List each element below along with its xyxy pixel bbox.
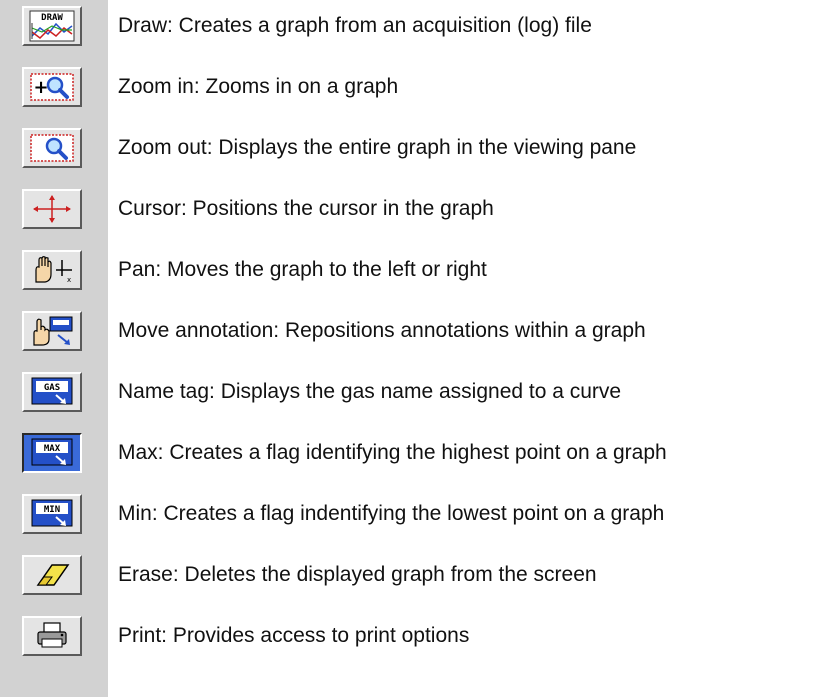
gas-tag-icon: GAS — [31, 377, 73, 405]
move-annotation-icon — [33, 316, 73, 346]
move-annotation-description: Move annotation: Repositions annotations… — [118, 319, 646, 342]
erase-description: Erase: Deletes the displayed graph from … — [118, 563, 597, 586]
tool-row-zoom-in: + Zoom in: Zooms in on a graph — [0, 67, 823, 125]
max-icon-label: MAX — [44, 444, 61, 454]
pan-button[interactable]: x — [22, 250, 82, 290]
tool-row-max: MAX Max: Creates a flag identifying the … — [0, 433, 823, 491]
print-button[interactable] — [22, 616, 82, 656]
move-annotation-button[interactable] — [22, 311, 82, 351]
eraser-icon — [36, 564, 70, 586]
min-button[interactable]: MIN — [22, 494, 82, 534]
draw-icon-label: DRAW — [41, 13, 63, 23]
tool-row-min: MIN Min: Creates a flag indentifying the… — [0, 494, 823, 552]
pan-description: Pan: Moves the graph to the left or righ… — [118, 258, 487, 281]
zoom-in-icon: + — [30, 73, 74, 101]
gas-icon-label: GAS — [44, 383, 60, 393]
svg-text:x: x — [67, 276, 71, 284]
max-flag-icon: MAX — [31, 438, 73, 466]
draw-description: Draw: Creates a graph from an acquisitio… — [118, 14, 592, 37]
cursor-description: Cursor: Positions the cursor in the grap… — [118, 197, 494, 220]
tool-row-print: Print: Provides access to print options — [0, 616, 823, 674]
min-icon-label: MIN — [44, 505, 60, 515]
erase-button[interactable] — [22, 555, 82, 595]
name-tag-button[interactable]: GAS — [22, 372, 82, 412]
cursor-button[interactable] — [22, 189, 82, 229]
draw-button[interactable]: DRAW — [22, 6, 82, 46]
hand-pan-icon: x — [35, 256, 72, 284]
tool-row-draw: DRAW Draw: Creates a graph from an acqui… — [0, 6, 823, 64]
min-description: Min: Creates a flag indentifying the low… — [118, 502, 665, 525]
zoom-out-button[interactable] — [22, 128, 82, 168]
tool-row-pan: x Pan: Moves the graph to the left or ri… — [0, 250, 823, 308]
max-description: Max: Creates a flag identifying the high… — [118, 441, 667, 464]
tool-row-name-tag: GAS Name tag: Displays the gas name assi… — [0, 372, 823, 430]
draw-graph-icon: DRAW — [29, 10, 75, 42]
zoom-out-description: Zoom out: Displays the entire graph in t… — [118, 136, 637, 159]
printer-icon — [37, 622, 67, 648]
min-flag-icon: MIN — [31, 499, 73, 527]
zoom-out-icon — [30, 134, 74, 162]
print-description: Print: Provides access to print options — [118, 624, 470, 647]
crosshair-icon — [33, 195, 71, 223]
zoom-in-description: Zoom in: Zooms in on a graph — [118, 75, 399, 98]
zoom-in-button[interactable]: + — [22, 67, 82, 107]
tool-row-cursor: Cursor: Positions the cursor in the grap… — [0, 189, 823, 247]
tool-row-erase: Erase: Deletes the displayed graph from … — [0, 555, 823, 613]
max-button[interactable]: MAX — [22, 433, 82, 473]
name-tag-description: Name tag: Displays the gas name assigned… — [118, 380, 622, 403]
tool-row-zoom-out: Zoom out: Displays the entire graph in t… — [0, 128, 823, 186]
tool-row-move-annotation: Move annotation: Repositions annotations… — [0, 311, 823, 369]
svg-text:+: + — [33, 77, 48, 98]
